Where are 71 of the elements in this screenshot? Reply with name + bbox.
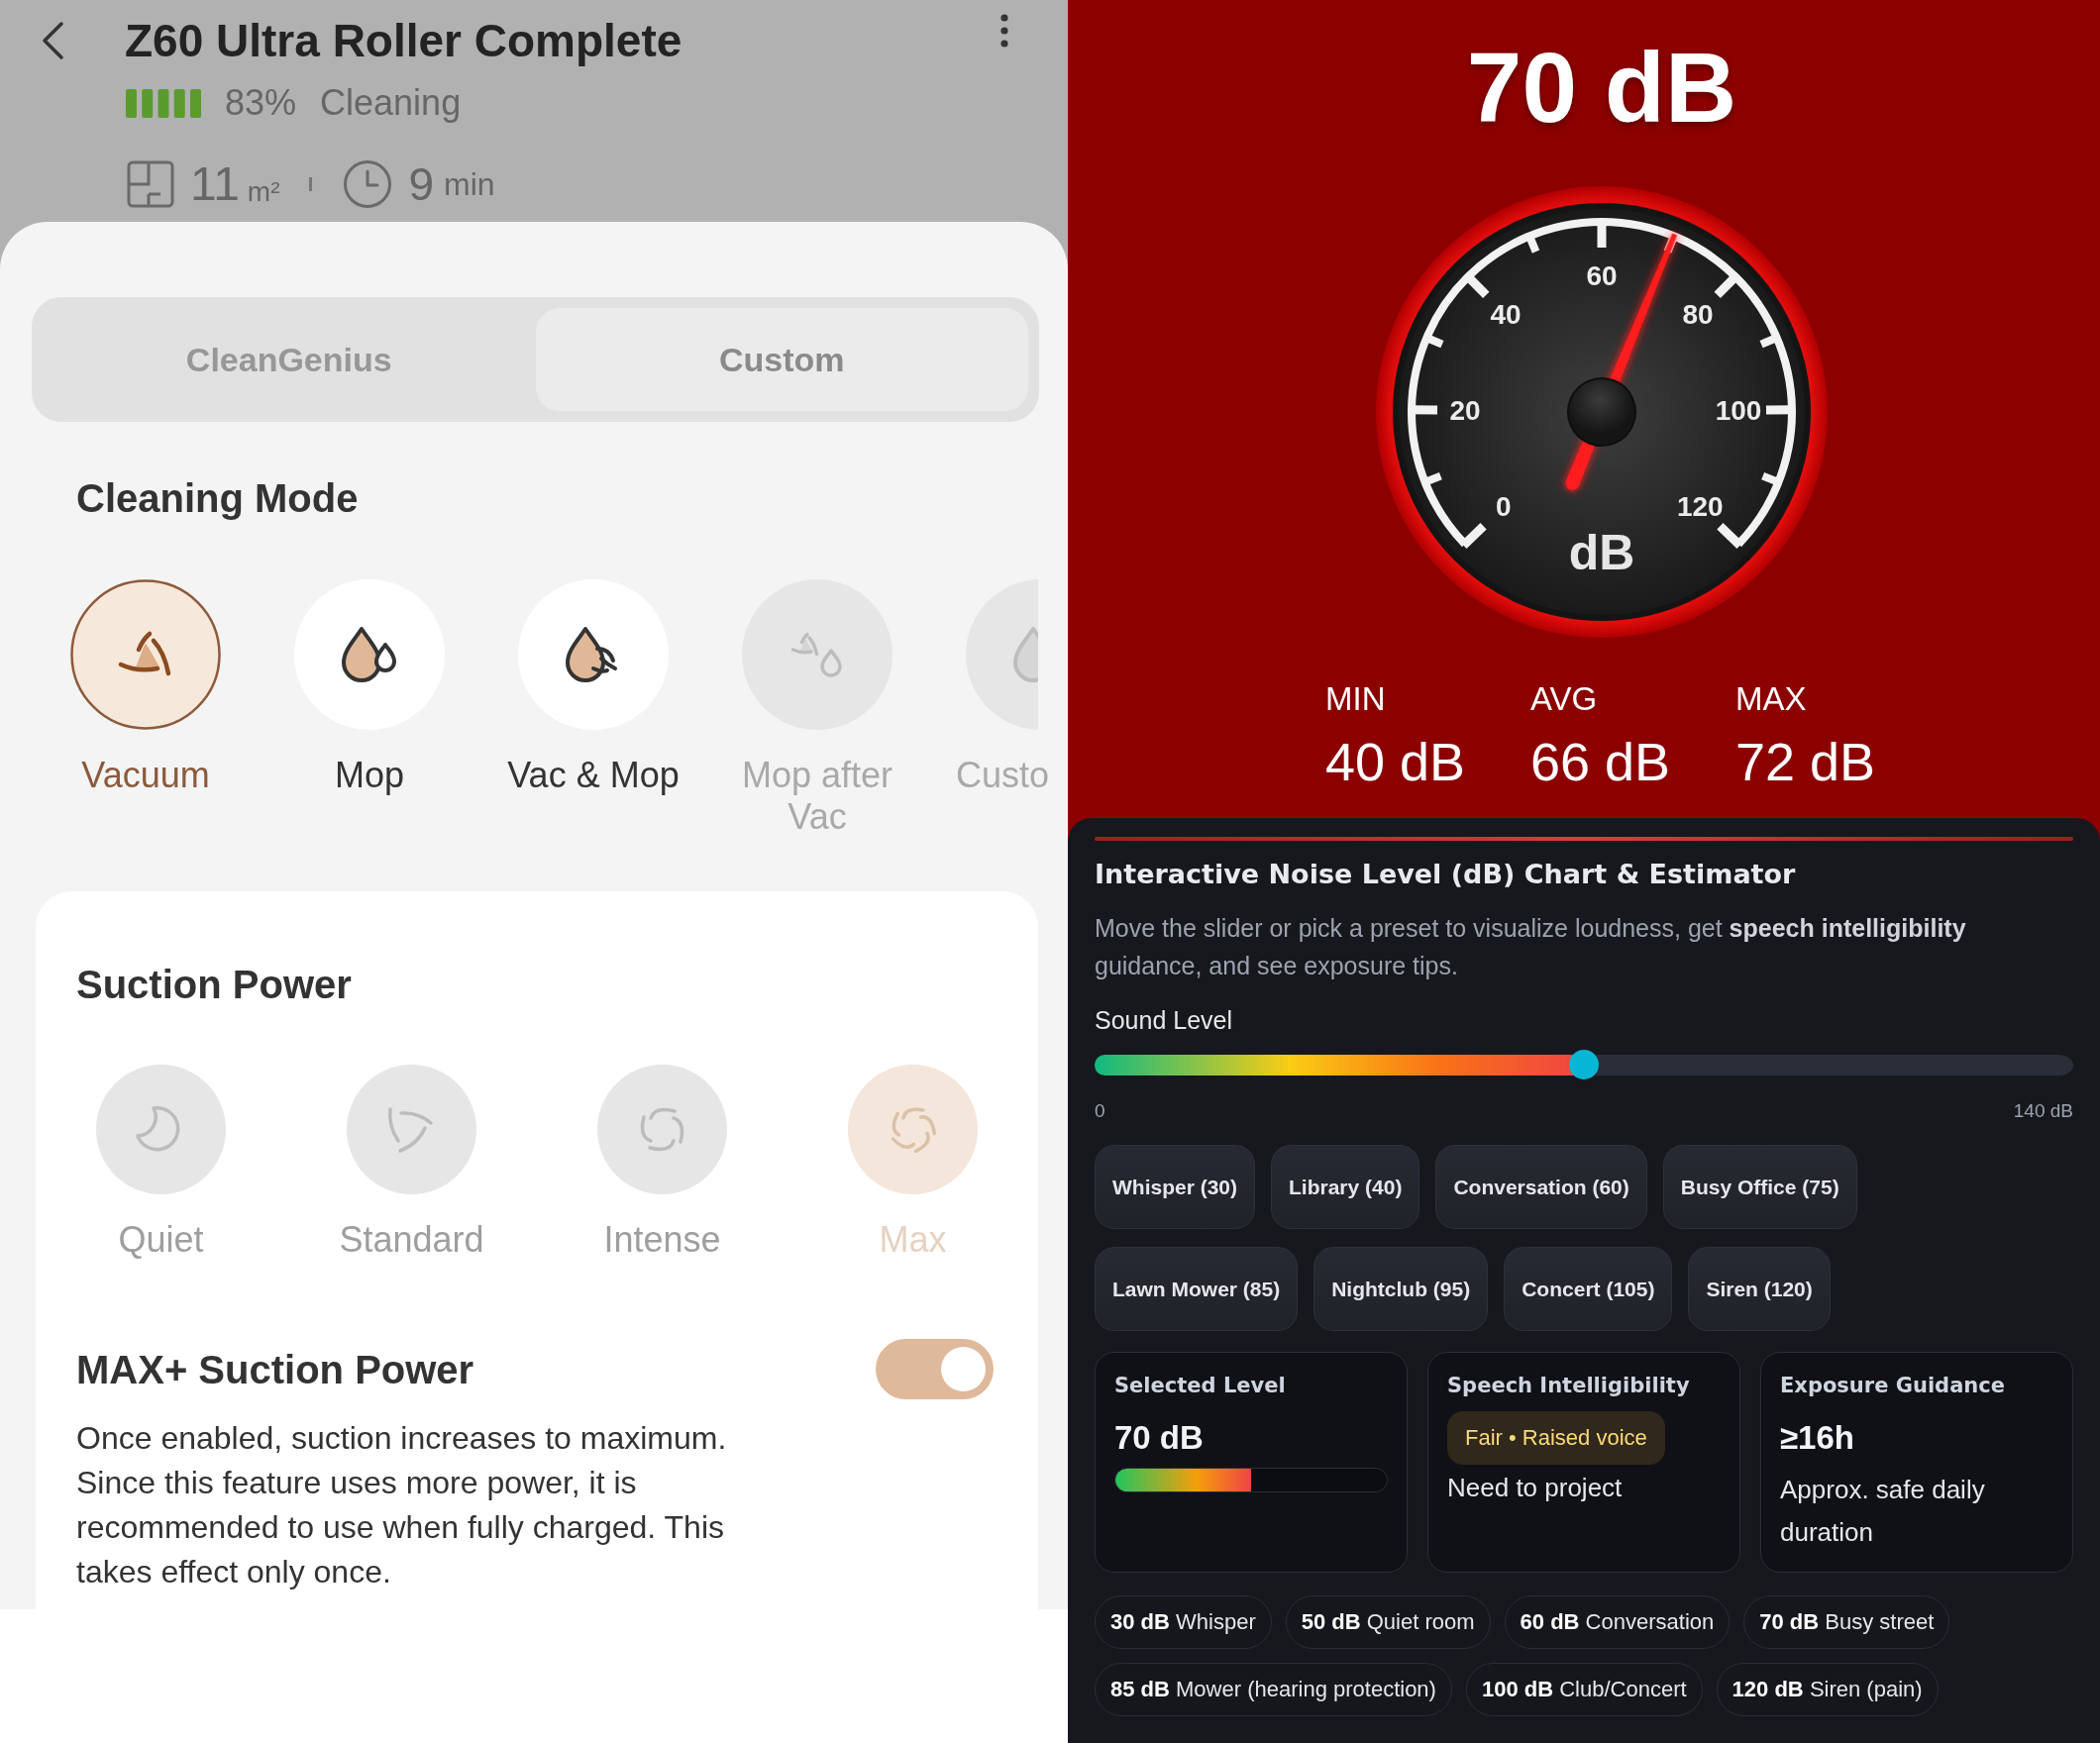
preset-button[interactable]: Busy Office (75) <box>1662 1145 1857 1229</box>
gauge-tick-label: 40 <box>1490 299 1522 331</box>
preset-button[interactable]: Siren (120) <box>1688 1247 1831 1331</box>
battery-icon <box>126 88 201 118</box>
area-value: 11 <box>190 160 240 208</box>
section-title: Cleaning Mode <box>76 475 360 522</box>
intelligibility-badge: Fair • Raised voice <box>1447 1411 1665 1465</box>
stat-card-title: Selected Level <box>1114 1374 1287 1397</box>
preset-button[interactable]: Whisper (30) <box>1095 1145 1256 1229</box>
gauge-tick-label: 0 <box>1495 491 1512 523</box>
gauge-tick-label: 120 <box>1676 491 1724 523</box>
gauge-tick-label: 100 <box>1715 394 1762 426</box>
gauge-unit-label: dB <box>1568 525 1635 580</box>
mode-option[interactable]: Vac & Mop <box>481 579 705 838</box>
preset-button[interactable]: Conversation (60) <box>1435 1145 1647 1229</box>
stat-card-title: Exposure Guidance <box>1780 1374 2006 1397</box>
stat-card-value: 70 dB <box>1114 1418 1205 1458</box>
reference-chip: 120 dB Siren (pain) <box>1716 1663 1939 1716</box>
mode-option[interactable]: Vacuum <box>34 579 258 838</box>
four-blade-fan-icon <box>597 1065 727 1194</box>
three-blade-fan-icon <box>347 1065 476 1194</box>
reference-chip: 85 dB Mower (hearing protection) <box>1095 1663 1452 1716</box>
stat-card-value: ≥16h <box>1780 1418 1855 1458</box>
more-options-icon[interactable] <box>998 13 1010 49</box>
stat-value: 72 dB <box>1735 732 1877 791</box>
reference-chip: 50 dB Quiet room <box>1285 1595 1491 1649</box>
pinwheel-icon <box>70 579 221 730</box>
gauge-tick-label: 20 <box>1449 394 1481 426</box>
slider-thumb[interactable] <box>1569 1050 1599 1079</box>
reference-chip: 100 dB Club/Concert <box>1465 1663 1703 1716</box>
mode-option[interactable]: Mop <box>258 579 481 838</box>
stat-label: MAX <box>1735 679 1808 719</box>
sound-level-reading: 70 dB <box>1466 38 1737 137</box>
stat-label: MIN <box>1325 679 1387 719</box>
section-title: Suction Power <box>76 962 353 1008</box>
reference-chip: 60 dB Conversation <box>1504 1595 1731 1649</box>
moon-icon <box>96 1065 226 1194</box>
drop-and-fan-icon <box>518 579 669 730</box>
preset-button[interactable]: Nightclub (95) <box>1313 1247 1489 1331</box>
gauge-tick-label: 60 <box>1586 259 1618 291</box>
setting-title: MAX+ Suction Power <box>76 1346 474 1393</box>
preset-button[interactable]: Lawn Mower (85) <box>1095 1247 1299 1331</box>
max-plus-toggle[interactable] <box>876 1339 994 1399</box>
five-blade-fan-icon <box>848 1065 978 1194</box>
stat-card-note: Need to project <box>1447 1472 1624 1504</box>
water-drops-icon <box>294 579 445 730</box>
slider-label: Sound Level <box>1095 1005 1233 1035</box>
range-max-label: 140 dB <box>2013 1099 2073 1123</box>
time-value: 9 <box>408 161 435 207</box>
stat-card-note: Approx. safe daily duration <box>1780 1474 1986 1549</box>
fan-and-drop-icon <box>742 579 892 730</box>
device-status: Cleaning <box>320 85 462 121</box>
area-unit: m² <box>247 178 280 206</box>
reference-chip: 30 dB Whisper <box>1095 1595 1272 1649</box>
stat-value: 40 dB <box>1325 732 1467 791</box>
preset-button[interactable]: Concert (105) <box>1504 1247 1673 1331</box>
estimator-description: Move the slider or pick a preset to visualize loudness, get speech intelligibility guidance, and see exposure tips. <box>1095 913 1967 981</box>
stat-card-title: Speech Intelligibility <box>1447 1374 1691 1397</box>
clock-icon <box>343 159 393 209</box>
estimator-title: Interactive Noise Level (dB) Chart & Estimator <box>1095 859 1797 890</box>
stat-label: AVG <box>1530 679 1599 719</box>
stat-value: 66 dB <box>1530 732 1672 791</box>
gauge-tick-label: 80 <box>1682 299 1714 331</box>
time-unit: min <box>444 168 495 200</box>
setting-description: Once enabled, suction increases to maximum. Since this feature uses more power, it is recommended to use when fully charged. This takes effect only once. <box>76 1419 728 1591</box>
preset-button[interactable]: Library (40) <box>1271 1145 1420 1229</box>
range-min-label: 0 <box>1095 1099 1105 1123</box>
floor-plan-icon <box>127 160 174 208</box>
battery-percent: 83% <box>225 85 297 121</box>
back-icon[interactable] <box>41 21 64 60</box>
reference-chip: 70 dB Busy street <box>1743 1595 1950 1649</box>
